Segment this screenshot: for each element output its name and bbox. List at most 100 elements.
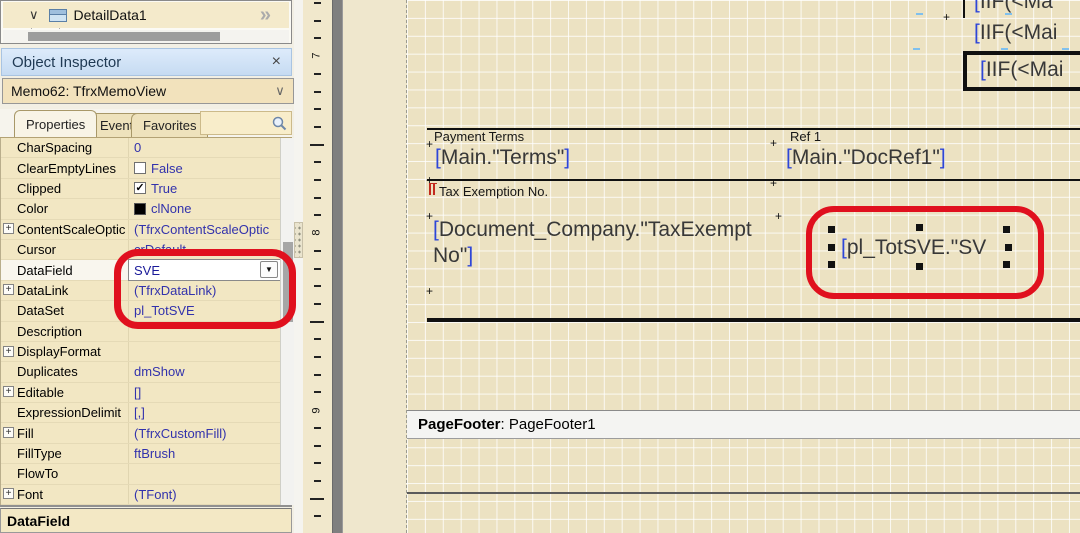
selection-handle[interactable] bbox=[916, 224, 923, 231]
fastreport-designer-window: ∨ DetailData1 » Object Inspector × Memo6… bbox=[0, 0, 1080, 533]
property-name: Description bbox=[1, 322, 129, 341]
property-row-filltype[interactable]: FillTypeftBrush bbox=[1, 444, 280, 464]
tree-horizontal-scrollbar[interactable] bbox=[3, 30, 289, 43]
ruler-tick bbox=[314, 462, 321, 464]
property-row-clipped[interactable]: Clipped✓True bbox=[1, 179, 280, 199]
expand-icon[interactable]: + bbox=[3, 386, 14, 397]
tab-favorites[interactable]: Favorites bbox=[131, 113, 208, 137]
dropdown-button[interactable]: ▼ bbox=[260, 261, 278, 278]
expand-icon[interactable]: + bbox=[3, 488, 14, 499]
checkbox-icon[interactable] bbox=[134, 162, 146, 174]
ruler-tick bbox=[314, 91, 321, 93]
property-search-box[interactable] bbox=[200, 111, 292, 135]
divider bbox=[0, 505, 292, 507]
panel-splitter[interactable] bbox=[332, 0, 343, 533]
property-value[interactable]: ✓True bbox=[129, 179, 280, 198]
property-row-datafield[interactable]: DataFieldSVE▼ bbox=[1, 260, 280, 280]
selection-handle[interactable] bbox=[1003, 226, 1010, 233]
ruler-tick bbox=[314, 197, 321, 199]
property-row-cursor[interactable]: CursorcrDefault bbox=[1, 240, 280, 260]
band-header-pagefooter[interactable]: PageFooter: PageFooter1 bbox=[407, 410, 1080, 439]
memo-taxexempt-no[interactable]: [Document_Company."TaxExempt No"] bbox=[433, 217, 743, 269]
property-value[interactable]: (TfrxCustomFill) bbox=[129, 423, 280, 442]
property-row-charspacing[interactable]: CharSpacing0 bbox=[1, 138, 280, 158]
property-row-duplicates[interactable]: DuplicatesdmShow bbox=[1, 362, 280, 382]
tree-item-detaildata1[interactable]: ∨ DetailData1 » bbox=[3, 2, 289, 28]
property-value[interactable]: SVE▼ bbox=[129, 260, 280, 279]
property-row-font[interactable]: +Font(TFont) bbox=[1, 485, 280, 505]
property-value[interactable]: pl_TotSVE bbox=[129, 301, 280, 320]
memo-iif-2[interactable]: [IIF(<Mai bbox=[974, 21, 1057, 45]
property-value[interactable]: clNone bbox=[129, 199, 280, 218]
property-value[interactable]: dmShow bbox=[129, 362, 280, 381]
property-value[interactable]: ftBrush bbox=[129, 444, 280, 463]
close-icon[interactable]: × bbox=[272, 55, 281, 69]
selection-handle[interactable] bbox=[916, 263, 923, 270]
ruler-tick bbox=[314, 108, 321, 110]
property-value[interactable] bbox=[129, 322, 280, 341]
property-row-editable[interactable]: +Editable[] bbox=[1, 383, 280, 403]
object-selector-combo[interactable]: Memo62: TfrxMemoView ∨ bbox=[2, 78, 294, 104]
selection-handle[interactable] bbox=[1003, 261, 1010, 268]
memo-main-terms[interactable]: [Main."Terms"] bbox=[435, 146, 570, 170]
expand-icon[interactable]: + bbox=[3, 223, 14, 234]
memo-iif-3[interactable]: [IIF(<Mai bbox=[980, 58, 1063, 82]
expand-icon[interactable]: + bbox=[3, 427, 14, 438]
property-name: Cursor bbox=[1, 240, 129, 259]
property-name: +ContentScaleOptic bbox=[1, 220, 129, 239]
property-value[interactable]: (TFont) bbox=[129, 485, 280, 504]
scrollbar-thumb[interactable] bbox=[283, 242, 293, 322]
selection-handle[interactable] bbox=[828, 226, 835, 233]
guide-mark bbox=[1001, 48, 1008, 50]
property-value[interactable]: crDefault bbox=[129, 240, 280, 259]
corner-marker: + bbox=[770, 179, 779, 188]
ruler-tick bbox=[314, 268, 321, 270]
selection-handle[interactable] bbox=[828, 244, 835, 251]
property-value[interactable]: (TfrxContentScaleOptic bbox=[129, 220, 280, 239]
property-value[interactable]: False bbox=[129, 158, 280, 177]
property-grid-scrollbar[interactable] bbox=[280, 138, 294, 505]
property-value[interactable]: [] bbox=[129, 383, 280, 402]
property-name: Duplicates bbox=[1, 362, 129, 381]
memo-main-docref1[interactable]: [Main."DocRef1"] bbox=[786, 146, 946, 170]
object-inspector-titlebar: Object Inspector × bbox=[1, 48, 292, 76]
property-row-displayformat[interactable]: +DisplayFormat bbox=[1, 342, 280, 362]
selection-handle[interactable] bbox=[828, 261, 835, 268]
band-type-label: PageFooter bbox=[418, 416, 501, 433]
expand-icon[interactable]: + bbox=[3, 284, 14, 295]
report-tree-panel: ∨ DetailData1 » bbox=[0, 0, 292, 44]
property-value[interactable]: (TfrxDataLink) bbox=[129, 281, 280, 300]
property-value[interactable] bbox=[129, 342, 280, 361]
property-row-description[interactable]: Description bbox=[1, 322, 280, 342]
splitter-grip-icon[interactable] bbox=[294, 222, 303, 258]
property-row-flowto[interactable]: FlowTo bbox=[1, 464, 280, 484]
property-value[interactable]: [,] bbox=[129, 403, 280, 422]
ruler-tick bbox=[310, 498, 324, 500]
corner-marker: + bbox=[426, 212, 435, 221]
tab-properties[interactable]: Properties bbox=[14, 110, 97, 137]
selection-handle[interactable] bbox=[1005, 244, 1012, 251]
checkbox-icon[interactable]: ✓ bbox=[134, 182, 146, 194]
property-row-expressiondelimit[interactable]: ExpressionDelimit[,] bbox=[1, 403, 280, 423]
expand-icon[interactable]: + bbox=[3, 346, 14, 357]
property-value[interactable]: 0 bbox=[129, 138, 280, 157]
property-row-datalink[interactable]: +DataLink(TfrxDataLink) bbox=[1, 281, 280, 301]
memo-iif-1[interactable]: [IIF(<Ma bbox=[974, 0, 1053, 14]
property-row-clearemptylines[interactable]: ClearEmptyLinesFalse bbox=[1, 158, 280, 178]
property-row-dataset[interactable]: DataSetpl_TotSVE bbox=[1, 301, 280, 321]
property-row-color[interactable]: ColorclNone bbox=[1, 199, 280, 219]
corner-marker: + bbox=[770, 139, 779, 148]
double-chevron-icon[interactable]: » bbox=[260, 4, 271, 27]
property-name: Color bbox=[1, 199, 129, 218]
panel-edge-strip bbox=[294, 0, 303, 533]
memo-iif-3-frame[interactable]: [IIF(<Mai bbox=[963, 51, 1080, 91]
report-page[interactable]: [IIF(<Ma [IIF(<Mai [IIF(<Mai + Payment T… bbox=[406, 0, 1080, 533]
selected-object-label: Memo62: TfrxMemoView bbox=[11, 83, 166, 99]
scrollbar-thumb[interactable] bbox=[28, 32, 220, 41]
chevron-down-icon[interactable]: ∨ bbox=[271, 83, 289, 99]
chevron-down-icon[interactable]: ∨ bbox=[29, 10, 39, 20]
property-value[interactable] bbox=[129, 464, 280, 483]
property-row-contentscaleoptic[interactable]: +ContentScaleOptic(TfrxContentScaleOptic bbox=[1, 220, 280, 240]
property-row-fill[interactable]: +Fill(TfrxCustomFill) bbox=[1, 423, 280, 443]
memo-pl-totsve-selected[interactable]: [pl_TotSVE."SV bbox=[841, 236, 986, 260]
